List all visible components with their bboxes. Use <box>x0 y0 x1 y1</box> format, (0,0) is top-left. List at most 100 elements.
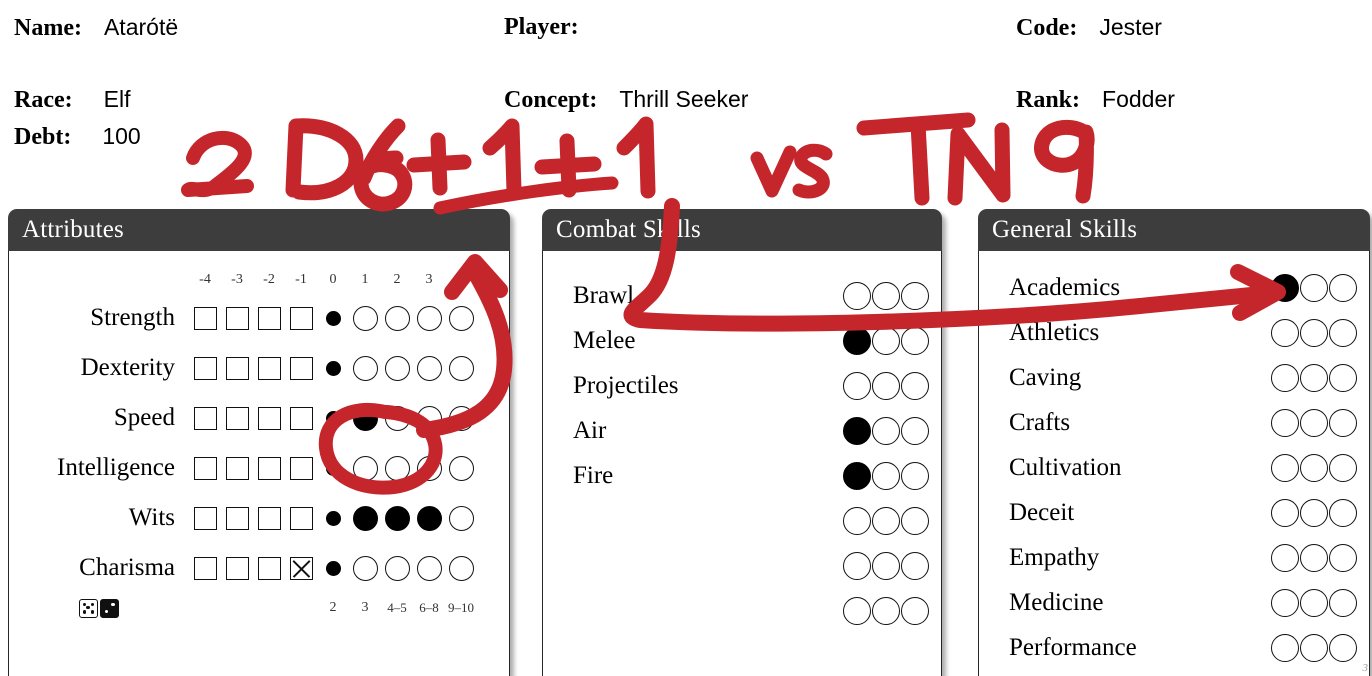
combat-skill-dotted-line[interactable] <box>577 511 839 530</box>
circle-empty-icon[interactable] <box>1300 273 1328 302</box>
attribute-negative-cell[interactable] <box>285 506 317 530</box>
circle-empty-icon[interactable] <box>1329 363 1357 392</box>
field-name-value[interactable]: Atarótë <box>104 14 178 41</box>
attribute-positive-cell[interactable] <box>413 405 445 431</box>
attribute-positive-cell[interactable] <box>381 505 413 531</box>
circle-filled-icon[interactable] <box>1271 273 1299 302</box>
circle-filled-icon[interactable] <box>416 505 442 531</box>
attribute-positive-cell[interactable] <box>381 355 413 381</box>
attribute-positive-cell[interactable] <box>349 555 381 581</box>
circle-empty-icon[interactable] <box>352 355 378 381</box>
attribute-negative-cell[interactable] <box>285 356 317 380</box>
attribute-positive-cell[interactable] <box>349 405 381 431</box>
general-skill-dotted-line[interactable] <box>1103 323 1267 342</box>
circle-empty-icon[interactable] <box>352 455 378 481</box>
checkbox-empty-icon[interactable] <box>289 356 313 380</box>
circle-empty-icon[interactable] <box>1300 318 1328 347</box>
circle-empty-icon[interactable] <box>1329 633 1357 662</box>
combat-skill-dotted-line[interactable] <box>639 331 839 350</box>
circle-empty-icon[interactable] <box>1271 588 1299 617</box>
circle-empty-icon[interactable] <box>872 281 900 310</box>
attribute-negative-cell[interactable] <box>221 306 253 330</box>
field-rank-value[interactable]: Fodder <box>1102 86 1175 113</box>
checkbox-empty-icon[interactable] <box>257 456 281 480</box>
circle-empty-icon[interactable] <box>352 305 378 331</box>
checkbox-empty-icon[interactable] <box>289 506 313 530</box>
checkbox-empty-icon[interactable] <box>193 456 217 480</box>
attribute-negative-cell[interactable] <box>189 456 221 480</box>
circle-empty-icon[interactable] <box>416 405 442 431</box>
circle-filled-icon[interactable] <box>352 505 378 531</box>
checkbox-empty-icon[interactable] <box>257 556 281 580</box>
circle-empty-icon[interactable] <box>1271 498 1299 527</box>
attribute-negative-cell[interactable] <box>221 406 253 430</box>
circle-empty-icon[interactable] <box>448 355 474 381</box>
checkbox-empty-icon[interactable] <box>225 406 249 430</box>
circle-empty-icon[interactable] <box>901 506 929 535</box>
attribute-negative-cell[interactable] <box>285 406 317 430</box>
circle-empty-icon[interactable] <box>901 326 929 355</box>
attribute-zero-cell[interactable] <box>317 410 349 426</box>
attribute-negative-cell[interactable] <box>285 556 317 580</box>
attribute-positive-cell[interactable] <box>413 455 445 481</box>
attribute-positive-cell[interactable] <box>381 455 413 481</box>
circle-empty-icon[interactable] <box>872 461 900 490</box>
combat-skill-dotted-line[interactable] <box>682 376 839 395</box>
circle-empty-icon[interactable] <box>1271 408 1299 437</box>
attribute-negative-cell[interactable] <box>253 306 285 330</box>
circle-empty-icon[interactable] <box>1300 633 1328 662</box>
general-skill-dotted-line[interactable] <box>1074 413 1267 432</box>
attribute-positive-cell[interactable] <box>349 355 381 381</box>
attribute-positive-cell[interactable] <box>349 305 381 331</box>
circle-empty-icon[interactable] <box>1300 408 1328 437</box>
field-race-value[interactable]: Elf <box>104 86 131 113</box>
general-skill-dotted-line[interactable] <box>1085 368 1267 387</box>
circle-empty-icon[interactable] <box>448 405 474 431</box>
circle-empty-icon[interactable] <box>1329 543 1357 572</box>
attribute-negative-cell[interactable] <box>189 506 221 530</box>
general-skill-dotted-line[interactable] <box>1124 278 1267 297</box>
checkbox-empty-icon[interactable] <box>289 406 313 430</box>
circle-empty-icon[interactable] <box>1300 588 1328 617</box>
circle-empty-icon[interactable] <box>901 551 929 580</box>
checkbox-empty-icon[interactable] <box>257 506 281 530</box>
circle-empty-icon[interactable] <box>448 505 474 531</box>
checkbox-empty-icon[interactable] <box>193 356 217 380</box>
attribute-positive-cell[interactable] <box>445 355 477 381</box>
attribute-negative-cell[interactable] <box>221 456 253 480</box>
circle-filled-icon[interactable] <box>384 505 410 531</box>
circle-empty-icon[interactable] <box>416 555 442 581</box>
attribute-positive-cell[interactable] <box>413 505 445 531</box>
attribute-negative-cell[interactable] <box>253 356 285 380</box>
circle-empty-icon[interactable] <box>384 555 410 581</box>
circle-empty-icon[interactable] <box>872 326 900 355</box>
attribute-negative-cell[interactable] <box>285 456 317 480</box>
attribute-negative-cell[interactable] <box>253 556 285 580</box>
checkbox-empty-icon[interactable] <box>257 306 281 330</box>
field-concept-value[interactable]: Thrill Seeker <box>619 86 748 113</box>
general-skill-dotted-line[interactable] <box>1107 593 1267 612</box>
circle-empty-icon[interactable] <box>1271 363 1299 392</box>
combat-skill-dotted-line[interactable] <box>577 601 839 620</box>
circle-empty-icon[interactable] <box>1271 543 1299 572</box>
circle-empty-icon[interactable] <box>872 416 900 445</box>
attribute-zero-cell[interactable] <box>317 360 349 376</box>
circle-empty-icon[interactable] <box>1300 363 1328 392</box>
attribute-negative-cell[interactable] <box>285 306 317 330</box>
combat-skill-dotted-line[interactable] <box>577 556 839 575</box>
checkbox-empty-icon[interactable] <box>225 306 249 330</box>
circle-empty-icon[interactable] <box>1271 318 1299 347</box>
circle-empty-icon[interactable] <box>872 596 900 625</box>
attribute-positive-cell[interactable] <box>445 305 477 331</box>
checkbox-empty-icon[interactable] <box>257 406 281 430</box>
attribute-negative-cell[interactable] <box>221 356 253 380</box>
checkbox-empty-icon[interactable] <box>193 556 217 580</box>
attribute-positive-cell[interactable] <box>381 555 413 581</box>
attribute-negative-cell[interactable] <box>189 406 221 430</box>
circle-empty-icon[interactable] <box>843 506 871 535</box>
circle-empty-icon[interactable] <box>1300 543 1328 572</box>
checkbox-empty-icon[interactable] <box>193 306 217 330</box>
circle-empty-icon[interactable] <box>384 305 410 331</box>
circle-empty-icon[interactable] <box>416 455 442 481</box>
field-code-value[interactable]: Jester <box>1099 14 1162 41</box>
